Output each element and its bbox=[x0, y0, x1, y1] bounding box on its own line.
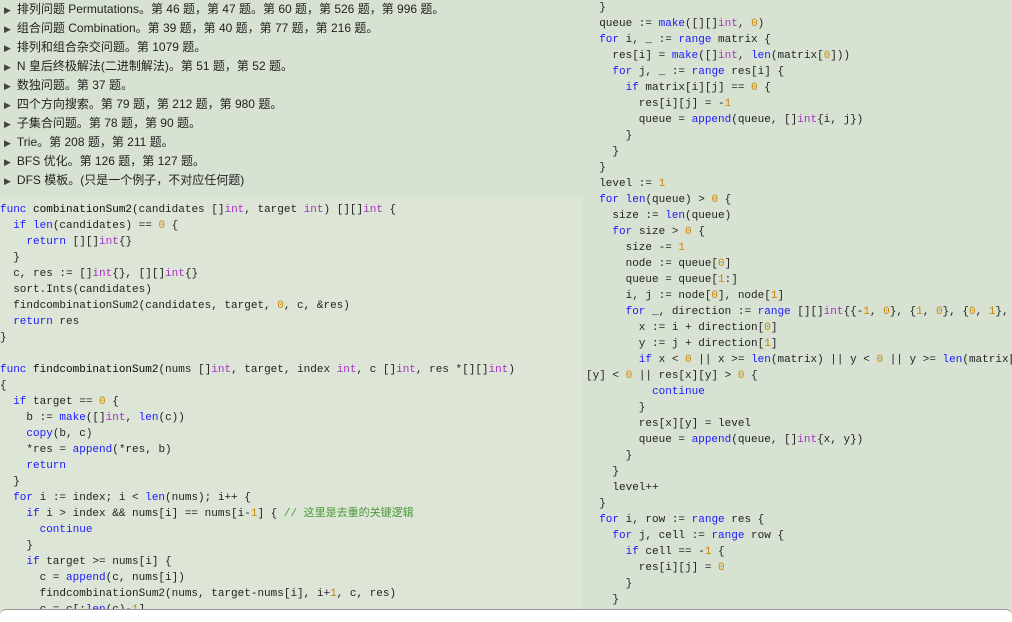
bullet-text: BFS 优化。第 126 题，第 127 题。 bbox=[17, 152, 205, 170]
bullet-text: 排列和组合杂交问题。第 1079 题。 bbox=[17, 38, 206, 56]
list-item: ▶ BFS 优化。第 126 题，第 127 题。 bbox=[0, 152, 582, 171]
bullet-text: DFS 模板。(只是一个例子，不对应任何题) bbox=[17, 171, 244, 189]
list-item: ▶ 子集合问题。第 78 题，第 90 题。 bbox=[0, 114, 582, 133]
list-item: ▶ 排列问题 Permutations。第 46 题，第 47 题。第 60 题，… bbox=[0, 0, 582, 19]
bullet-text: N 皇后终极解法(二进制解法)。第 51 题，第 52 题。 bbox=[17, 57, 293, 75]
list-item: ▶ 排列和组合杂交问题。第 1079 题。 bbox=[0, 38, 582, 57]
list-item: ▶ Trie。第 208 题，第 211 题。 bbox=[0, 133, 582, 152]
bullet-icon: ▶ bbox=[4, 115, 11, 133]
bullet-icon: ▶ bbox=[4, 20, 11, 38]
bullet-text: 排列问题 Permutations。第 46 题，第 47 题。第 60 题，第… bbox=[17, 0, 444, 18]
topic-list: ▶ 排列问题 Permutations。第 46 题，第 47 题。第 60 题，… bbox=[0, 0, 582, 198]
bullet-text: 数独问题。第 37 题。 bbox=[17, 76, 133, 94]
code-block-right: } queue := make([][]int, 0) for i, _ := … bbox=[582, 0, 1012, 622]
bottom-bar bbox=[0, 609, 1012, 622]
list-item: ▶ DFS 模板。(只是一个例子，不对应任何题) bbox=[0, 171, 582, 190]
bullet-icon: ▶ bbox=[4, 96, 11, 114]
bullet-icon: ▶ bbox=[4, 172, 11, 190]
bullet-text: Trie。第 208 题，第 211 题。 bbox=[17, 133, 174, 151]
bullet-icon: ▶ bbox=[4, 1, 11, 19]
code-block-left: func combinationSum2(candidates []int, t… bbox=[0, 198, 582, 622]
bullet-icon: ▶ bbox=[4, 153, 11, 171]
bullet-icon: ▶ bbox=[4, 58, 11, 76]
list-item: ▶ 组合问题 Combination。第 39 题，第 40 题，第 77 题，第… bbox=[0, 19, 582, 38]
bullet-icon: ▶ bbox=[4, 134, 11, 152]
bullet-text: 子集合问题。第 78 题，第 90 题。 bbox=[17, 114, 201, 132]
bullet-icon: ▶ bbox=[4, 77, 11, 95]
bullet-text: 组合问题 Combination。第 39 题，第 40 题，第 77 题，第 … bbox=[17, 19, 378, 37]
list-item: ▶ 四个方向搜索。第 79 题，第 212 题，第 980 题。 bbox=[0, 95, 582, 114]
list-item: ▶ 数独问题。第 37 题。 bbox=[0, 76, 582, 95]
bullet-icon: ▶ bbox=[4, 39, 11, 57]
list-item: ▶ N 皇后终极解法(二进制解法)。第 51 题，第 52 题。 bbox=[0, 57, 582, 76]
bullet-text: 四个方向搜索。第 79 题，第 212 题，第 980 题。 bbox=[17, 95, 282, 113]
